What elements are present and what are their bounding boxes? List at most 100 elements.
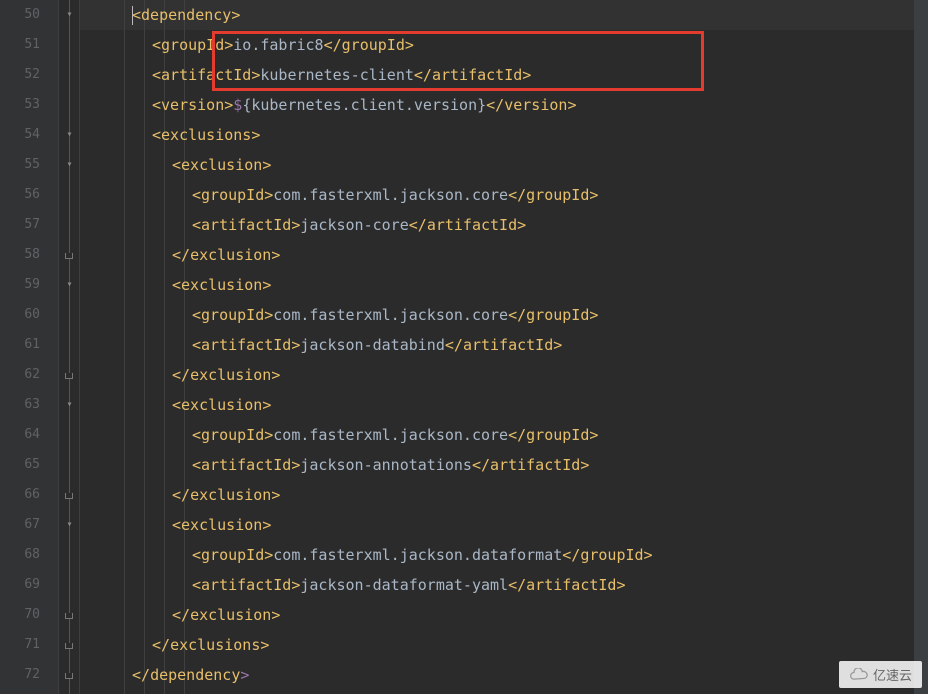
line-number[interactable]: 57: [0, 210, 40, 240]
code-line[interactable]: </dependency>: [88, 660, 928, 690]
code-token: </: [414, 66, 432, 84]
code-line[interactable]: <artifactId>kubernetes-client</artifactI…: [88, 60, 928, 90]
code-token: exclusion: [190, 486, 271, 504]
code-line[interactable]: <groupId>io.fabric8</groupId>: [88, 30, 928, 60]
code-token: artifactId: [161, 66, 251, 84]
line-number[interactable]: 54: [0, 120, 40, 150]
code-token: >: [567, 96, 576, 114]
fold-gutter[interactable]: ▾ ▾ ▾ ▾ ▾ ▾: [58, 0, 80, 694]
code-line[interactable]: <groupId>com.fasterxml.jackson.core</gro…: [88, 180, 928, 210]
code-token: com.fasterxml.jackson.core: [273, 426, 508, 444]
code-token: groupId: [201, 306, 264, 324]
code-token: >: [264, 306, 273, 324]
code-line[interactable]: <dependency>: [88, 0, 928, 30]
fold-toggle-icon[interactable]: ▾: [64, 129, 75, 140]
line-number[interactable]: 53: [0, 90, 40, 120]
fold-toggle-icon[interactable]: ▾: [64, 519, 75, 530]
cloud-icon: [849, 668, 869, 682]
code-line[interactable]: </exclusions>: [88, 630, 928, 660]
code-token: groupId: [201, 186, 264, 204]
code-area[interactable]: <dependency><groupId>io.fabric8</groupId…: [80, 0, 928, 694]
line-number[interactable]: 50: [0, 0, 40, 30]
code-token: version: [161, 96, 224, 114]
line-number[interactable]: 56: [0, 180, 40, 210]
code-line[interactable]: <artifactId>jackson-dataformat-yaml</art…: [88, 570, 928, 600]
code-line[interactable]: <exclusion>: [88, 270, 928, 300]
code-line[interactable]: </exclusion>: [88, 360, 928, 390]
code-token: <: [192, 306, 201, 324]
code-line[interactable]: <version>${kubernetes.client.version}</v…: [88, 90, 928, 120]
code-line[interactable]: <groupId>com.fasterxml.jackson.dataforma…: [88, 540, 928, 570]
line-number[interactable]: 70: [0, 600, 40, 630]
line-number[interactable]: 65: [0, 450, 40, 480]
line-number[interactable]: 59: [0, 270, 40, 300]
code-token: >: [580, 456, 589, 474]
line-number[interactable]: 51: [0, 30, 40, 60]
code-line[interactable]: <artifactId>jackson-annotations</artifac…: [88, 450, 928, 480]
code-token: >: [616, 576, 625, 594]
line-number-gutter[interactable]: 5051525354555657585960616263646566676869…: [0, 0, 58, 694]
line-number[interactable]: 72: [0, 660, 40, 690]
code-token: kubernetes-client: [260, 66, 414, 84]
code-token: exclusion: [190, 366, 271, 384]
code-token: version: [504, 96, 567, 114]
code-token: <: [192, 216, 201, 234]
line-number[interactable]: 62: [0, 360, 40, 390]
code-token: </: [172, 246, 190, 264]
fold-end-icon[interactable]: [65, 253, 73, 259]
line-number[interactable]: 52: [0, 60, 40, 90]
code-token: groupId: [526, 426, 589, 444]
code-token: <: [152, 66, 161, 84]
code-token: >: [517, 216, 526, 234]
fold-end-icon[interactable]: [65, 613, 73, 619]
code-token: </: [445, 336, 463, 354]
code-line[interactable]: <groupId>com.fasterxml.jackson.core</gro…: [88, 420, 928, 450]
code-line[interactable]: <artifactId>jackson-databind</artifactId…: [88, 330, 928, 360]
code-token: <: [172, 396, 181, 414]
line-number[interactable]: 58: [0, 240, 40, 270]
code-line[interactable]: <exclusion>: [88, 390, 928, 420]
code-token: </: [132, 666, 150, 684]
line-number[interactable]: 60: [0, 300, 40, 330]
code-line[interactable]: <exclusion>: [88, 510, 928, 540]
line-number[interactable]: 69: [0, 570, 40, 600]
line-number[interactable]: 55: [0, 150, 40, 180]
code-token: <: [192, 456, 201, 474]
fold-toggle-icon[interactable]: ▾: [64, 279, 75, 290]
code-editor[interactable]: 5051525354555657585960616263646566676869…: [0, 0, 928, 694]
code-token: jackson-databind: [300, 336, 445, 354]
code-token: jackson-dataformat-yaml: [300, 576, 508, 594]
code-token: dependency: [141, 6, 231, 24]
code-token: exclusion: [181, 156, 262, 174]
line-number[interactable]: 66: [0, 480, 40, 510]
code-line[interactable]: <groupId>com.fasterxml.jackson.core</gro…: [88, 300, 928, 330]
code-line[interactable]: </exclusion>: [88, 240, 928, 270]
fold-toggle-icon[interactable]: ▾: [64, 9, 75, 20]
code-token: >: [264, 186, 273, 204]
line-number[interactable]: 61: [0, 330, 40, 360]
line-number[interactable]: 68: [0, 540, 40, 570]
code-token: artifactId: [427, 216, 517, 234]
line-number[interactable]: 63: [0, 390, 40, 420]
code-token: >: [262, 156, 271, 174]
code-line[interactable]: </exclusion>: [88, 600, 928, 630]
fold-end-icon[interactable]: [65, 493, 73, 499]
code-line[interactable]: </exclusion>: [88, 480, 928, 510]
line-number[interactable]: 64: [0, 420, 40, 450]
line-number[interactable]: 71: [0, 630, 40, 660]
watermark-text: 亿速云: [873, 665, 912, 684]
fold-toggle-icon[interactable]: ▾: [64, 399, 75, 410]
code-token: </: [172, 606, 190, 624]
code-token: </: [409, 216, 427, 234]
fold-end-icon[interactable]: [65, 373, 73, 379]
code-token: </: [172, 366, 190, 384]
code-line[interactable]: <exclusion>: [88, 150, 928, 180]
code-line[interactable]: <artifactId>jackson-core</artifactId>: [88, 210, 928, 240]
fold-end-icon[interactable]: [65, 673, 73, 679]
line-number[interactable]: 67: [0, 510, 40, 540]
fold-end-icon[interactable]: [65, 643, 73, 649]
code-line[interactable]: <exclusions>: [88, 120, 928, 150]
code-token: </: [508, 306, 526, 324]
code-token: io.fabric8: [233, 36, 323, 54]
fold-toggle-icon[interactable]: ▾: [64, 159, 75, 170]
